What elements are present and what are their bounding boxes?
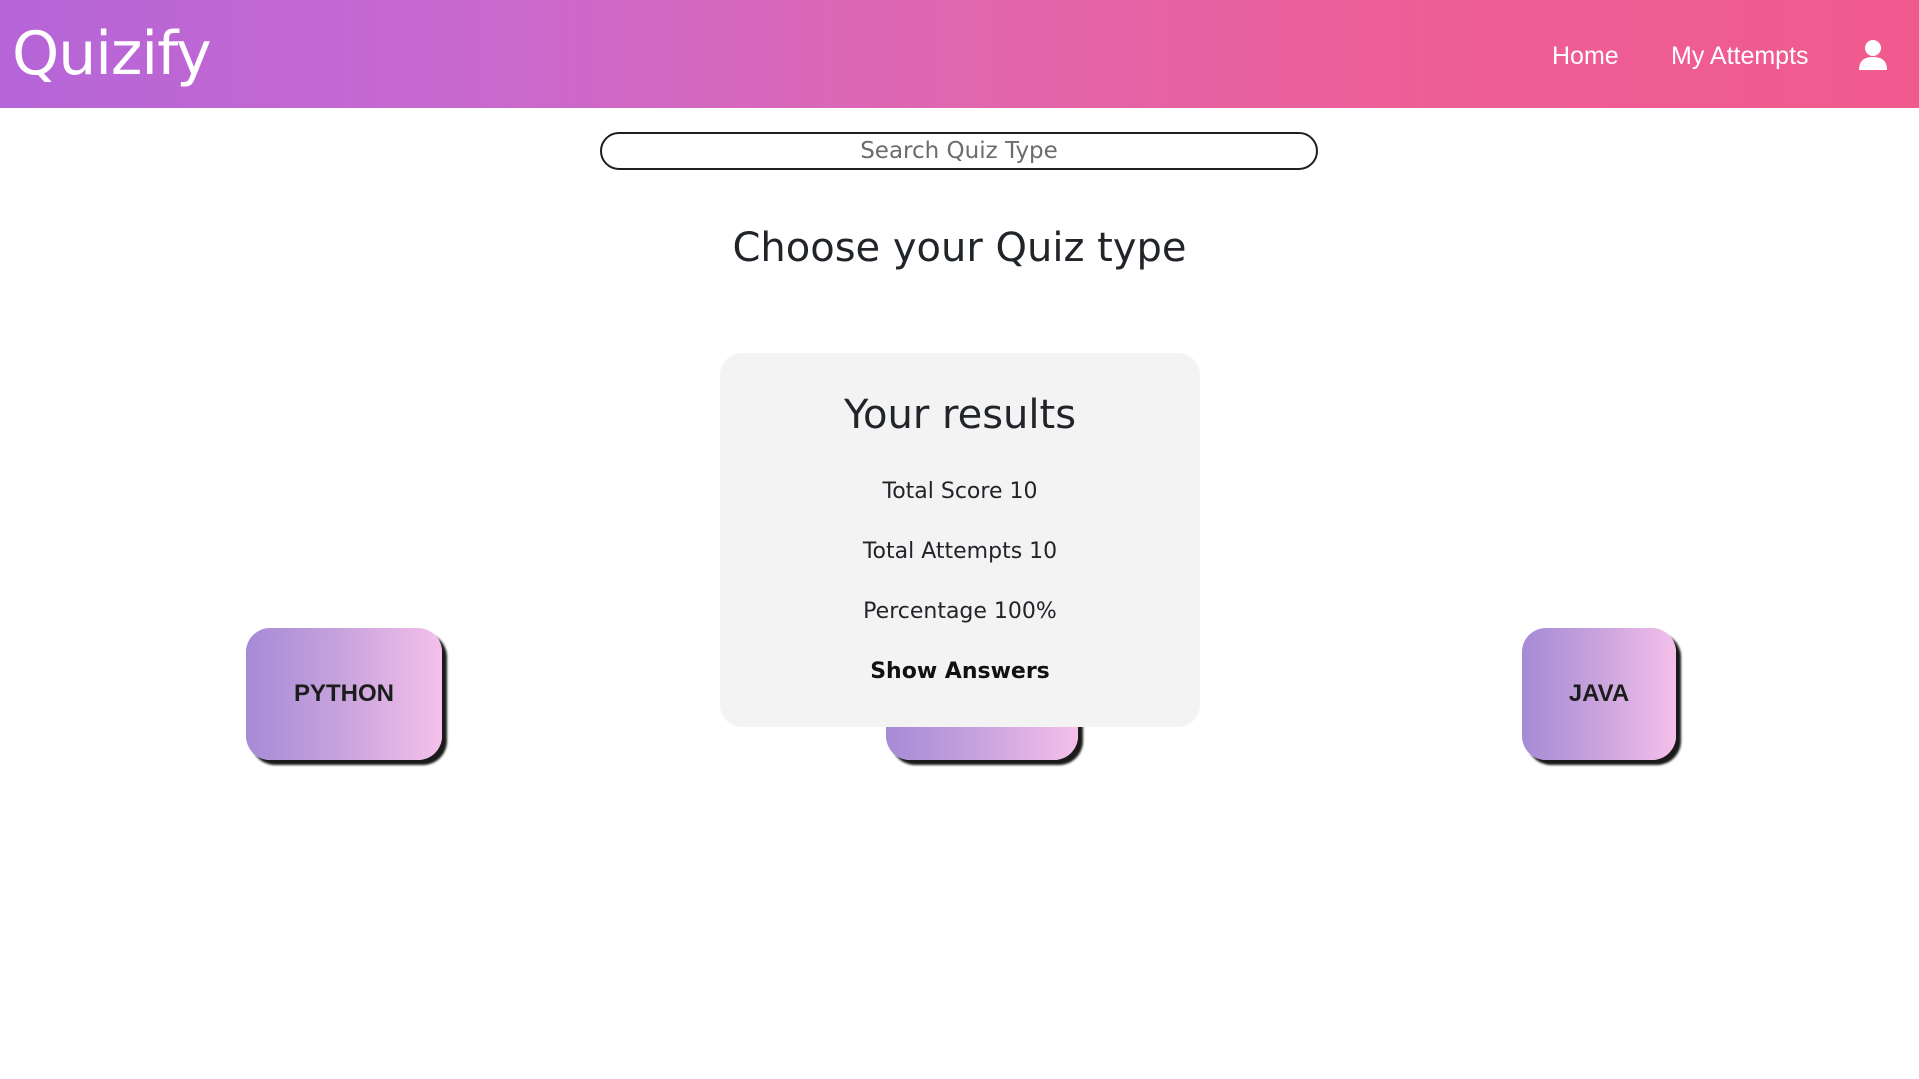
user-icon[interactable] (1858, 39, 1888, 71)
quiz-card-java[interactable]: JAVA (1522, 628, 1676, 760)
total-attempts-text: Total Attempts 10 (862, 539, 1058, 564)
results-title: Your results (843, 392, 1077, 438)
search-quiz-input[interactable] (600, 132, 1318, 170)
results-modal: Your results Total Score 10 Total Attemp… (720, 353, 1200, 727)
percentage-text: Percentage 100% (863, 599, 1057, 624)
nav-home-link[interactable]: Home (1552, 38, 1619, 74)
total-score-text: Total Score 10 (882, 479, 1038, 504)
show-answers-button[interactable]: Show Answers (720, 657, 1200, 687)
quiz-card-python[interactable]: PYTHON (246, 628, 442, 760)
top-navbar: Quizify Home My Attempts (0, 0, 1919, 108)
page-title: Choose your Quiz type (732, 225, 1187, 271)
page: Quizify Home My Attempts Choose your Qui… (0, 0, 1919, 1079)
app-logo[interactable]: Quizify (12, 14, 212, 94)
nav-my-attempts-link[interactable]: My Attempts (1671, 38, 1809, 74)
